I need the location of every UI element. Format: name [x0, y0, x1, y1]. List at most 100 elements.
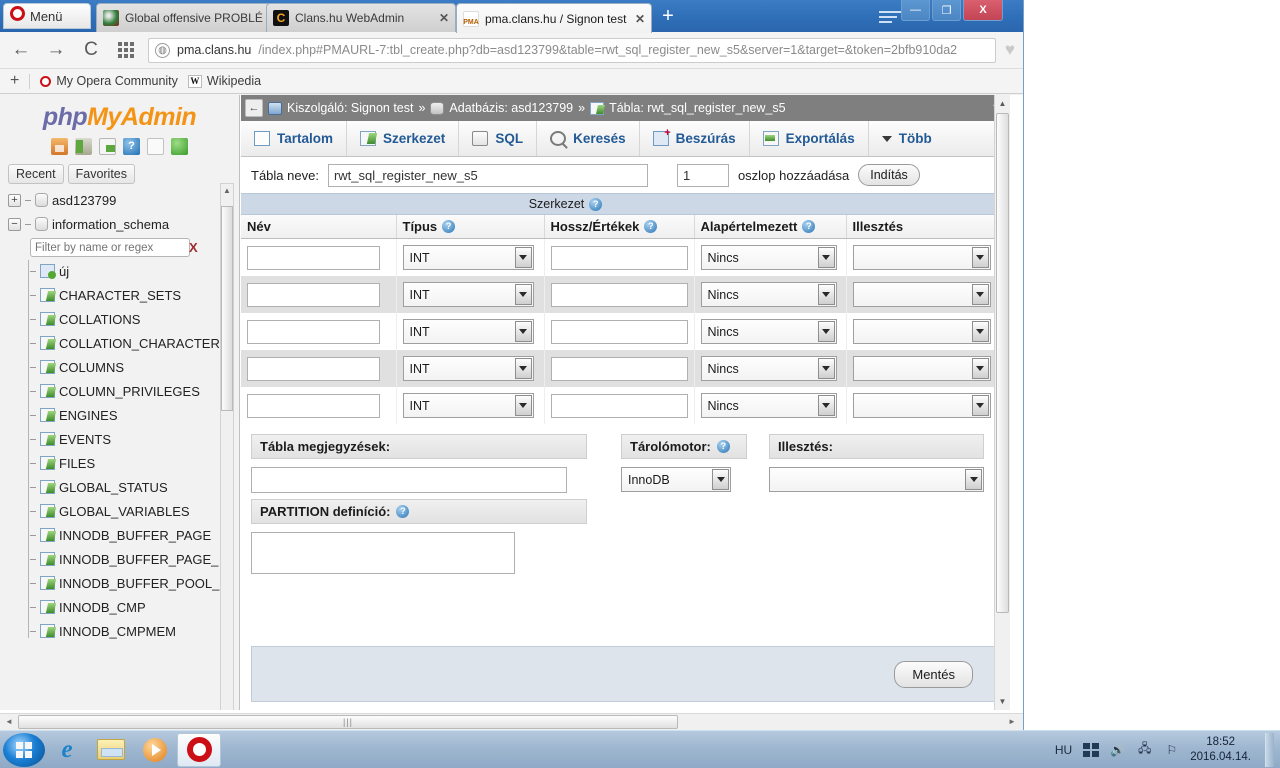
tree-item-table[interactable]: COLLATION_CHARACTER	[8, 331, 239, 355]
speed-dial-icon[interactable]	[113, 37, 139, 63]
filter-input[interactable]	[35, 241, 189, 254]
column-name-input[interactable]	[247, 245, 380, 270]
column-type-select[interactable]: INT	[402, 319, 534, 344]
network-icon[interactable]: 🖧	[1136, 741, 1153, 757]
sidebar-scrollbar[interactable]: ▲ ▼	[220, 183, 234, 710]
close-icon[interactable]: ✕	[439, 11, 449, 25]
exit-icon[interactable]	[75, 138, 92, 155]
partition-definition-textarea[interactable]	[251, 532, 515, 574]
column-default-select[interactable]: Nincs	[700, 356, 837, 381]
chevron-down-icon[interactable]	[971, 395, 989, 416]
tree-item-table[interactable]: FILES	[8, 451, 239, 475]
tab-tartalom[interactable]: Tartalom	[241, 121, 348, 156]
tree-item-table[interactable]: GLOBAL_STATUS	[8, 475, 239, 499]
chevron-down-icon[interactable]	[514, 284, 532, 305]
action-center-icon[interactable]: ⚐	[1163, 742, 1180, 757]
browser-tab-1[interactable]: C Clans.hu WebAdmin ✕	[266, 3, 456, 32]
breadcrumb-table[interactable]: Tábla: rwt_sql_register_new_s5	[609, 101, 785, 115]
breadcrumb-server[interactable]: Kiszolgáló: Signon test	[287, 101, 413, 115]
chevron-down-icon[interactable]	[817, 321, 835, 342]
maximize-button[interactable]: ❐	[932, 0, 961, 21]
column-length-input[interactable]	[550, 319, 688, 344]
column-length-input[interactable]	[550, 245, 688, 270]
scrollbar-thumb[interactable]	[221, 206, 233, 411]
column-default-select[interactable]: Nincs	[700, 393, 837, 418]
tab-tobb[interactable]: Több	[869, 121, 945, 156]
bookmark-item-wikipedia[interactable]: W Wikipedia	[187, 74, 261, 88]
scroll-down-icon[interactable]: ▼	[996, 694, 1009, 709]
tree-item-table[interactable]: INNODB_CMPMEM	[8, 619, 239, 643]
favorites-button[interactable]: Favorites	[67, 164, 136, 184]
expand-icon[interactable]: +	[8, 193, 21, 207]
column-length-input[interactable]	[550, 282, 688, 307]
back-icon[interactable]: ←	[8, 37, 34, 63]
tree-item-table[interactable]: COLUMN_PRIVILEGES	[8, 379, 239, 403]
tab-szerkezet[interactable]: Szerkezet	[347, 121, 460, 156]
browser-menu-icon[interactable]	[879, 8, 901, 26]
close-window-button[interactable]: X	[963, 0, 1003, 21]
content-scrollbar[interactable]: ▲ ▼	[994, 95, 1010, 710]
reload-icon[interactable]: C	[78, 37, 104, 63]
tab-exportalas[interactable]: Exportálás	[750, 121, 869, 156]
column-count-input[interactable]	[676, 163, 729, 187]
opera-menu-button[interactable]: Menü	[3, 3, 91, 29]
tree-item-table[interactable]: INNODB_BUFFER_PAGE_	[8, 547, 239, 571]
page-info-icon[interactable]: ◍	[155, 42, 170, 58]
language-indicator[interactable]: HU	[1055, 743, 1072, 757]
chevron-down-icon[interactable]	[965, 469, 982, 490]
chevron-down-icon[interactable]	[817, 395, 835, 416]
help-icon[interactable]: ?	[644, 220, 658, 233]
clear-filter-icon[interactable]: X	[189, 240, 198, 255]
scroll-up-icon[interactable]: ▲	[996, 96, 1009, 111]
tree-filter-box[interactable]: X	[30, 238, 198, 257]
table-comments-input[interactable]	[251, 467, 567, 493]
chevron-down-icon[interactable]	[817, 247, 835, 268]
taskbar-item-windows-explorer[interactable]	[89, 733, 133, 767]
column-type-select[interactable]: INT	[402, 282, 534, 307]
address-bar[interactable]: ◍ pma.clans.hu/index.php#PMAURL-7:tbl_cr…	[148, 37, 996, 63]
tree-item-table[interactable]: INNODB_BUFFER_PAGE	[8, 523, 239, 547]
help-icon[interactable]: ?	[716, 440, 730, 453]
column-length-input[interactable]	[550, 393, 688, 418]
column-default-select[interactable]: Nincs	[700, 282, 837, 307]
chevron-down-icon[interactable]	[712, 469, 729, 490]
column-name-input[interactable]	[247, 356, 380, 381]
back-icon[interactable]: ←	[245, 99, 263, 117]
column-default-select[interactable]: Nincs	[700, 319, 837, 344]
tree-item-table[interactable]: COLUMNS	[8, 355, 239, 379]
page-horizontal-scrollbar[interactable]: ◄ ||| ►	[0, 713, 1023, 730]
save-button[interactable]: Mentés	[894, 660, 973, 688]
phpmyadmin-logo[interactable]: phpMyAdmin	[0, 95, 239, 134]
tree-item-table[interactable]: CHARACTER_SETS	[8, 283, 239, 307]
add-bookmark-icon[interactable]: +	[10, 72, 19, 90]
tree-item-table[interactable]: COLLATIONS	[8, 307, 239, 331]
scrollbar-thumb[interactable]	[996, 113, 1009, 613]
column-default-select[interactable]: Nincs	[700, 245, 837, 270]
chevron-down-icon[interactable]	[817, 284, 835, 305]
chevron-down-icon[interactable]	[971, 247, 989, 268]
close-icon[interactable]: ✕	[635, 12, 645, 26]
show-desktop-button[interactable]	[1265, 732, 1274, 767]
chevron-down-icon[interactable]	[514, 395, 532, 416]
tab-sql[interactable]: SQL	[459, 121, 538, 156]
tab-beszuras[interactable]: Beszúrás	[640, 121, 750, 156]
scroll-left-icon[interactable]: ◄	[1, 715, 17, 729]
column-collation-select[interactable]	[852, 282, 991, 307]
db-node-asd123799[interactable]: + asd123799	[8, 188, 239, 212]
new-tab-button[interactable]: +	[656, 5, 680, 29]
chevron-down-icon[interactable]	[971, 358, 989, 379]
chevron-down-icon[interactable]	[514, 247, 532, 268]
help-icon[interactable]: ?	[589, 197, 603, 211]
column-type-select[interactable]: INT	[402, 393, 534, 418]
scroll-up-icon[interactable]: ▲	[221, 184, 233, 198]
tree-item-table[interactable]: INNODB_BUFFER_POOL_	[8, 571, 239, 595]
forward-icon[interactable]: →	[43, 37, 69, 63]
reload-icon[interactable]	[171, 138, 188, 155]
tree-item-table[interactable]: EVENTS	[8, 427, 239, 451]
taskbar-item-opera[interactable]	[177, 732, 221, 767]
column-collation-select[interactable]	[852, 393, 991, 418]
minimize-button[interactable]: —	[901, 0, 930, 21]
chevron-down-icon[interactable]	[971, 284, 989, 305]
column-collation-select[interactable]	[852, 319, 991, 344]
recent-button[interactable]: Recent	[8, 164, 64, 184]
